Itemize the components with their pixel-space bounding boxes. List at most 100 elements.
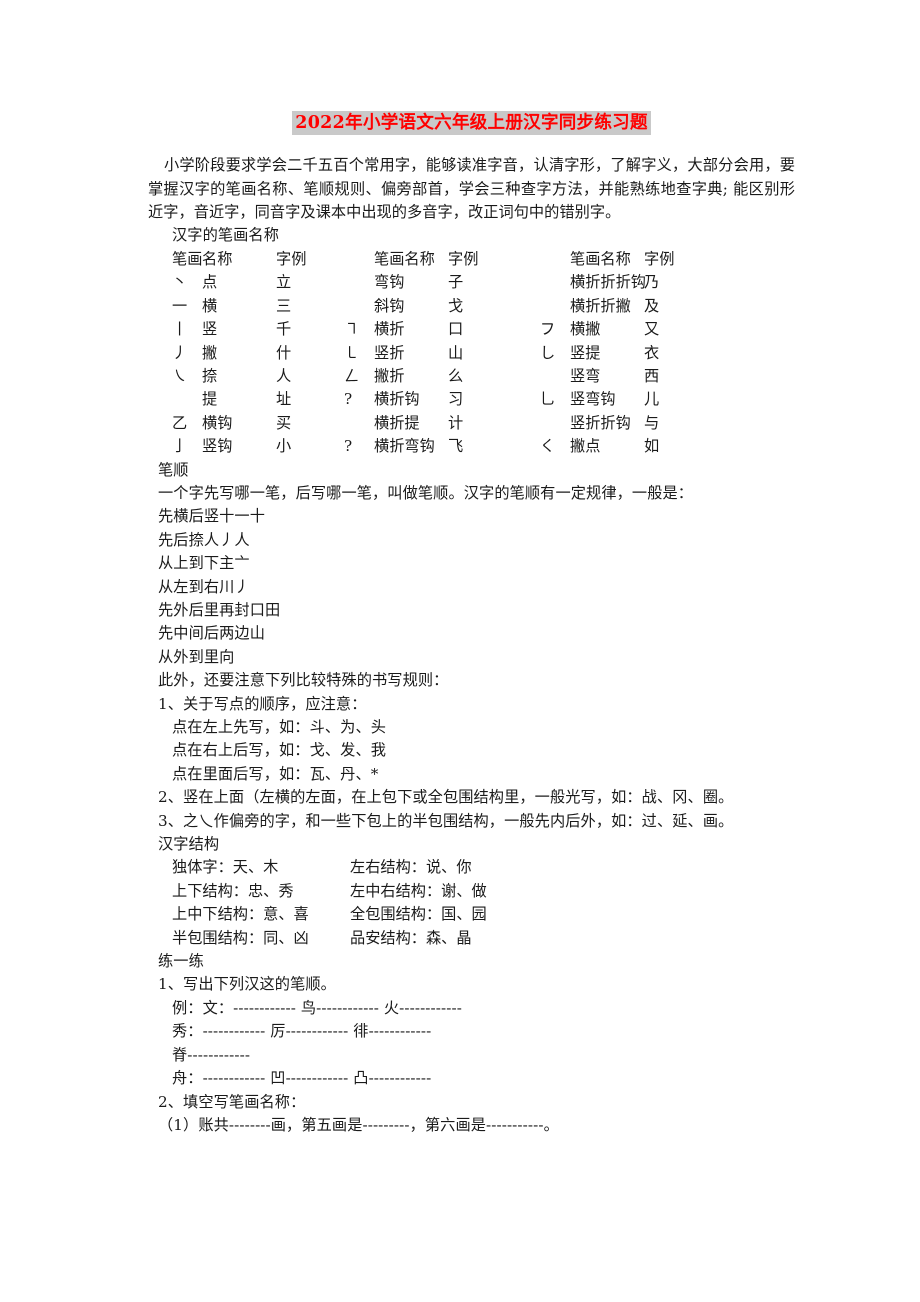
stroke-cell-group: 弯钩 子: [344, 271, 540, 294]
stroke-example: 及: [644, 296, 660, 315]
stroke-order-intro: 一个字先写哪一笔，后写哪一笔，叫做笔顺。汉字的笔顺有一定规律，一般是：: [158, 483, 694, 502]
stroke-header-example-3: 字例: [644, 249, 675, 268]
stroke-example: 与: [644, 413, 660, 432]
stroke-example: 买: [276, 413, 292, 432]
stroke-example: 么: [448, 366, 464, 385]
stroke-mark: [344, 295, 374, 318]
stroke-cell-group: 丨 竖 千: [172, 318, 344, 341]
stroke-example: 什: [276, 343, 292, 362]
stroke-example: 衣: [644, 343, 660, 362]
stroke-table-header-row: 笔画 名称 字例 笔画名称 字例 笔画名称 字例: [172, 248, 795, 271]
stroke-cell-group: 亅 竖钩 小: [172, 435, 344, 458]
stroke-cell-group: 一 横 三: [172, 295, 344, 318]
stroke-name: 点: [202, 273, 218, 292]
stroke-name: 撇点: [570, 437, 601, 456]
stroke-name: 横折: [374, 320, 405, 339]
special-rule-item: 点在右上后写，如：戈、发、我: [172, 741, 387, 760]
stroke-example: 飞: [448, 437, 464, 456]
stroke-name: 斜钩: [374, 296, 405, 315]
stroke-example: 三: [276, 296, 292, 315]
stroke-example: 小: [276, 437, 292, 456]
stroke-header-mark-3: [540, 248, 570, 271]
stroke-example: 计: [448, 413, 464, 432]
section-heading-strokes: 汉字的笔画名称: [172, 226, 280, 245]
section-heading-structure: 汉字结构: [158, 835, 220, 854]
stroke-cell-group: し 竖提 衣: [540, 342, 795, 365]
stroke-mark: ㇄: [344, 343, 360, 362]
page-title-text: 2022年小学语文六年级上册汉字同步练习题: [292, 111, 651, 135]
special-rule-item: 2、竖在上面（左横的左面，在上包下或全包围结构里，一般光写，如：战、冈、圈。: [158, 788, 734, 807]
table-row: 丶 点 立 弯钩 子 横折折折钩 乃: [172, 271, 795, 294]
special-rules-intro: 此外，还要注意下列比较特殊的书写规则：: [158, 671, 449, 690]
stroke-cell-group: ㄥ 撇折 么: [344, 365, 540, 388]
structure-right-entry: 全包围结构：国、园: [350, 905, 487, 924]
practice-item: 2、填空写笔画名称：: [158, 1092, 306, 1111]
stroke-cell-group: ㇄ 竖折 山: [344, 342, 540, 365]
stroke-cell-group: 提 址: [172, 388, 344, 411]
list-item: 半包围结构：同、凶 品安结构：森、晶: [172, 927, 795, 950]
stroke-name: 横折提: [374, 413, 420, 432]
stroke-cell-group: 乚 竖弯钩 儿: [540, 388, 795, 411]
stroke-name: 横: [202, 296, 218, 315]
order-rule-item: 从外到里向: [158, 647, 235, 666]
stroke-mark: [540, 295, 570, 318]
stroke-example: 习: [448, 390, 464, 409]
stroke-name: 撇: [202, 343, 218, 362]
stroke-name: 撇折: [374, 366, 405, 385]
stroke-mark: [540, 412, 570, 435]
stroke-example: 如: [644, 437, 660, 456]
practice-item: （1）账共--------画，第五画是---------，第六画是-------…: [158, 1115, 559, 1134]
stroke-mark: 亅: [172, 437, 188, 456]
structure-right-entry: 品安结构：森、晶: [350, 928, 472, 947]
stroke-example: 乃: [644, 273, 660, 292]
stroke-mark: [344, 412, 374, 435]
stroke-name: 竖折: [374, 343, 405, 362]
table-row: 丿 撇 什 ㇄ 竖折 山 し 竖提 衣: [172, 342, 795, 365]
structure-list: 独体字：天、木 左右结构：说、你 上下结构：忠、秀 左中右结构：谢、做 上中下结…: [148, 856, 795, 950]
structure-left-entry: 半包围结构：同、凶: [172, 928, 309, 947]
stroke-name: 横折折撇: [570, 296, 631, 315]
stroke-cell-group: 竖折折钩 与: [540, 412, 795, 435]
structure-left-entry: 独体字：天、木: [172, 858, 279, 877]
order-rule-item: 先中间后两边山: [158, 624, 266, 643]
stroke-header-example-2: 字例: [448, 249, 479, 268]
stroke-mark: [344, 271, 374, 294]
table-row: 一 横 三 斜钩 戈 横折折撇 及: [172, 295, 795, 318]
practice-item: 例：文：------------ 鸟------------ 火--------…: [172, 998, 462, 1017]
stroke-cell-group: 横折提 计: [344, 412, 540, 435]
stroke-cell-group: ? 横折弯钩 飞: [344, 435, 540, 458]
stroke-name: 竖弯: [570, 366, 601, 385]
stroke-mark: ㇏: [172, 366, 188, 385]
intro-paragraph: 小学阶段要求学会二千五百个常用字，能够读准字音，认清字形，了解字义，大部分会用，…: [148, 156, 795, 222]
stroke-mark: フ: [540, 320, 556, 339]
order-rule-item: 先横后竖十一十: [158, 507, 266, 526]
stroke-name: 横折钩: [374, 390, 420, 409]
stroke-example: 山: [448, 343, 464, 362]
practice-item: 脊------------: [172, 1045, 251, 1064]
stroke-header-group-3: 笔画名称 字例: [540, 248, 795, 271]
page-title: 2022年小学语文六年级上册汉字同步练习题: [148, 110, 795, 136]
stroke-cell-group: 丿 撇 什: [172, 342, 344, 365]
stroke-name: 竖提: [570, 343, 601, 362]
table-row: ㇏ 捺 人 ㄥ 撇折 么 竖弯 西: [172, 365, 795, 388]
stroke-mark: [540, 271, 570, 294]
stroke-mark: 一: [172, 296, 188, 315]
stroke-name: 捺: [202, 366, 218, 385]
stroke-cell-group: ⼄ 横钩 买: [172, 412, 344, 435]
stroke-header-mark-1: 笔画: [172, 249, 203, 268]
table-row: 亅 竖钩 小 ? 横折弯钩 飞 く 撇点 如: [172, 435, 795, 458]
stroke-mark: ㄥ: [344, 366, 360, 385]
practice-item: 秀：------------ 厉------------ 徘----------…: [172, 1022, 432, 1041]
structure-left-entry: 上中下结构：意、喜: [172, 905, 309, 924]
stroke-example: 儿: [644, 390, 660, 409]
special-rule-item: 1、关于写点的顺序，应注意：: [158, 694, 367, 713]
stroke-cell-group: ? 横折钩 习: [344, 388, 540, 411]
stroke-mark: 丨: [172, 320, 188, 339]
stroke-example: 址: [276, 390, 292, 409]
stroke-header-example-1: 字例: [276, 249, 307, 268]
stroke-name: 横折弯钩: [374, 437, 435, 456]
stroke-name: 横钩: [202, 413, 233, 432]
structure-left-entry: 上下结构：忠、秀: [172, 881, 294, 900]
order-rule-item: 先外后里再封口田: [158, 600, 281, 619]
special-rule-item: 点在里面后写，如：瓦、丹、*: [172, 764, 379, 783]
